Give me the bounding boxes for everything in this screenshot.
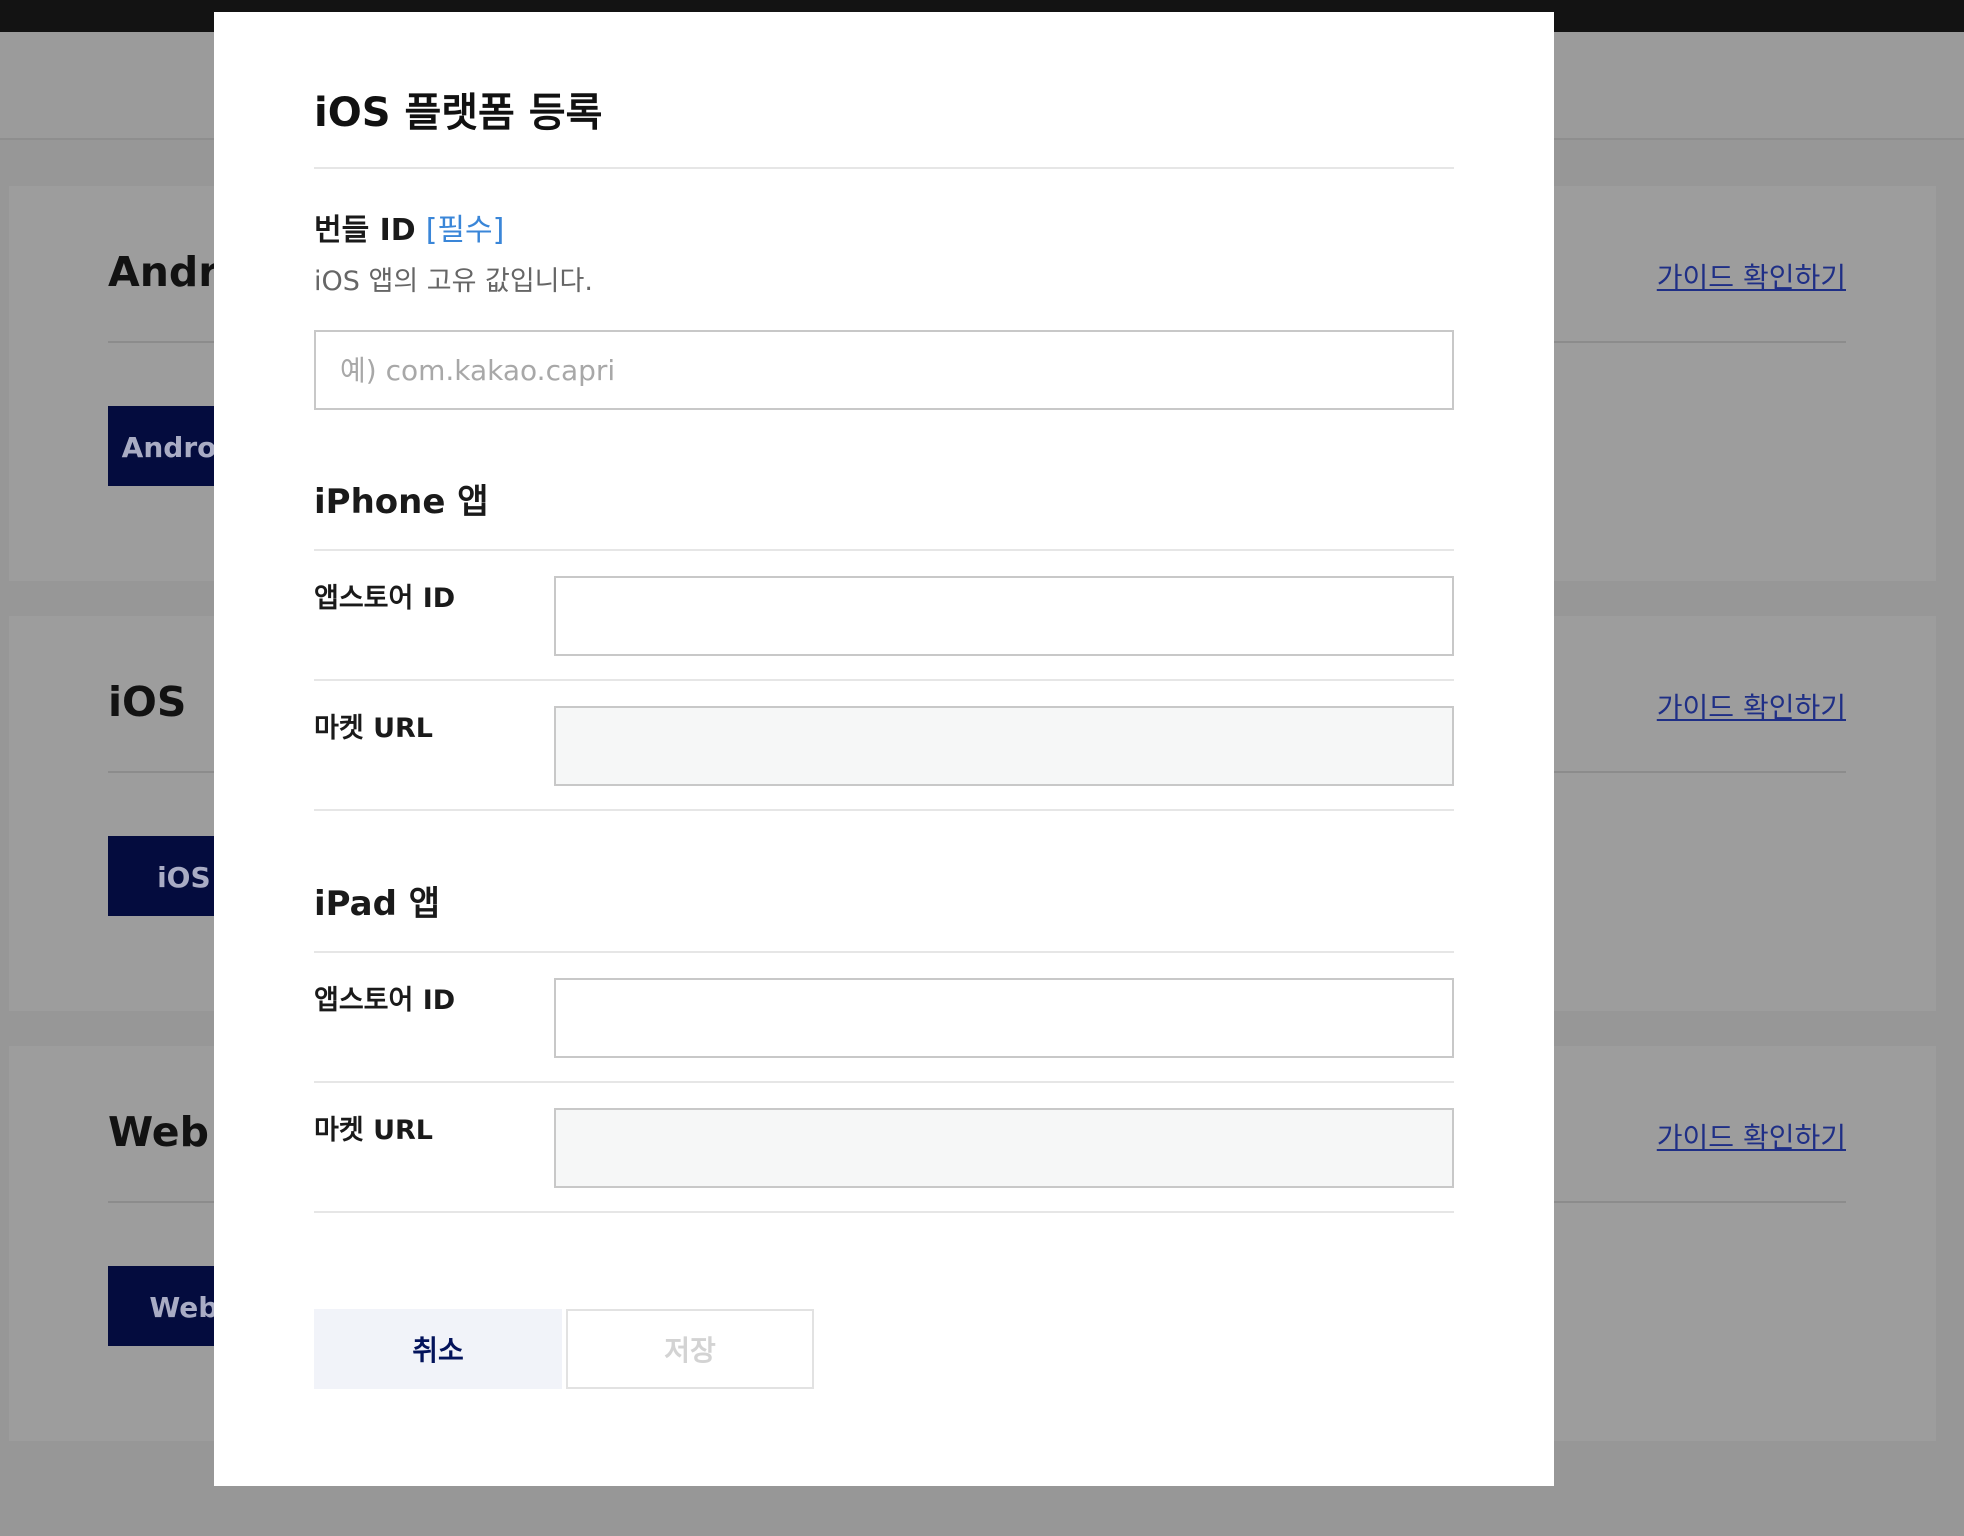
ipad-market-url-input — [554, 1108, 1454, 1188]
iphone-market-url-label: 마켓 URL — [314, 713, 433, 744]
required-badge: [필수] — [425, 213, 505, 248]
bundle-id-label-text: 번들 ID — [314, 213, 416, 248]
divider — [314, 167, 1454, 169]
divider — [314, 1211, 1454, 1213]
divider — [314, 809, 1454, 811]
bundle-id-input[interactable] — [314, 330, 1454, 410]
guide-link[interactable]: 가이드 확인하기 — [1657, 256, 1846, 296]
bundle-id-label: 번들 ID [필수] — [314, 205, 504, 249]
cancel-button[interactable]: 취소 — [314, 1309, 562, 1389]
divider — [314, 549, 1454, 551]
iphone-appstore-id-input[interactable] — [554, 576, 1454, 656]
bundle-id-description: iOS 앱의 고유 값입니다. — [314, 266, 593, 297]
ios-register-modal: iOS 플랫폼 등록 번들 ID [필수] iOS 앱의 고유 값입니다. iPh… — [214, 12, 1554, 1486]
iphone-market-url-input — [554, 706, 1454, 786]
ipad-section-title: iPad 앱 — [314, 884, 441, 924]
divider — [314, 951, 1454, 953]
iphone-section-title: iPhone 앱 — [314, 482, 489, 522]
card-title: Web — [108, 1108, 209, 1156]
guide-link[interactable]: 가이드 확인하기 — [1657, 1116, 1846, 1156]
modal-title: iOS 플랫폼 등록 — [314, 90, 603, 136]
guide-link[interactable]: 가이드 확인하기 — [1657, 686, 1846, 726]
iphone-appstore-id-label: 앱스토어 ID — [314, 583, 456, 614]
ipad-market-url-label: 마켓 URL — [314, 1115, 433, 1146]
divider — [314, 1081, 1454, 1083]
ipad-appstore-id-input[interactable] — [554, 978, 1454, 1058]
divider — [314, 679, 1454, 681]
save-button[interactable]: 저장 — [566, 1309, 814, 1389]
ipad-appstore-id-label: 앱스토어 ID — [314, 985, 456, 1016]
card-title: iOS — [108, 678, 187, 726]
